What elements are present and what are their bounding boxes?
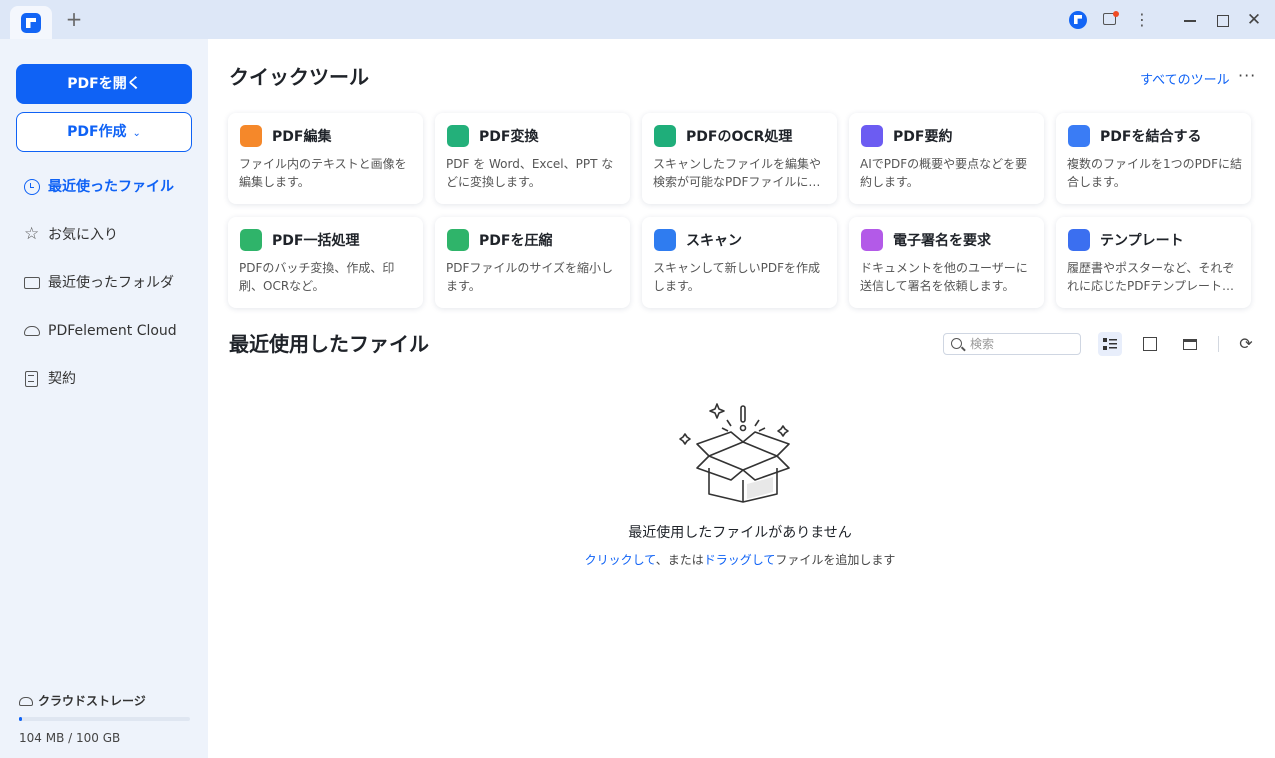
tool-card-scan[interactable]: スキャン スキャンして新しいPDFを作成します。 (642, 217, 837, 308)
tool-card-desc: PDFのバッチ変換、作成、印刷、OCRなど。 (239, 261, 395, 293)
template-icon (1068, 229, 1090, 251)
create-pdf-button[interactable]: PDF作成 ⌄ (16, 112, 192, 152)
tool-card-title: テンプレート (1100, 233, 1184, 249)
merge-icon (1068, 125, 1090, 147)
maximize-button[interactable] (1212, 10, 1232, 30)
title-bar: + ⋮ ✕ (0, 0, 1275, 39)
tool-card-compress[interactable]: PDFを圧縮 PDFファイルのサイズを縮小します。 (435, 217, 630, 308)
folder-icon (24, 277, 40, 289)
sidebar: PDFを開く PDF作成 ⌄ 最近使ったファイル ☆ お気に入り 最近使ったフォル… (0, 39, 208, 758)
tool-card-merge[interactable]: PDFを結合する 複数のファイルを1つのPDFに結合します。 (1056, 113, 1251, 204)
cloud-icon (19, 697, 33, 706)
cloud-icon (24, 326, 40, 336)
tool-card-desc: ドキュメントを他のユーザーに送信して署名を依頼します。 (860, 261, 1028, 293)
sidebar-item-label: PDFelement Cloud (48, 323, 177, 339)
tool-card-desc: 複数のファイルを1つのPDFに結合します。 (1067, 157, 1243, 189)
home-tab[interactable] (10, 6, 52, 39)
cloud-storage-text: クラウドストレージ (38, 694, 146, 708)
edit-pdf-icon (240, 125, 262, 147)
document-icon (25, 371, 38, 387)
search-box[interactable] (943, 333, 1081, 355)
empty-box-illustration (679, 403, 790, 503)
tool-card-convert-pdf[interactable]: PDF変換 PDF を Word、Excel、PPT などに変換します。 (435, 113, 630, 204)
sidebar-item-label: 契約 (48, 371, 76, 387)
tool-card-batch[interactable]: PDF一括処理 PDFのバッチ変換、作成、印刷、OCRなど。 (228, 217, 423, 308)
storage-progress-bar (19, 717, 190, 721)
tool-card-title: PDFを圧縮 (479, 233, 553, 249)
tool-card-desc: PDF を Word、Excel、PPT などに変換します。 (446, 157, 614, 189)
convert-pdf-icon (447, 125, 469, 147)
summary-icon (861, 125, 883, 147)
new-tab-button[interactable]: + (64, 8, 84, 30)
sidebar-item-favorites[interactable]: ☆ お気に入り (24, 223, 204, 247)
refresh-button[interactable]: ⟳ (1236, 334, 1256, 354)
batch-icon (240, 229, 262, 251)
sidebar-item-label: お気に入り (48, 227, 118, 243)
empty-sub-mid: 、または (655, 553, 704, 567)
tool-card-ocr[interactable]: PDFのOCR処理 スキャンしたファイルを編集や検索が可能なPDFファイルに… (642, 113, 837, 204)
tool-card-title: PDFを結合する (1100, 129, 1202, 145)
minimize-button[interactable] (1180, 10, 1200, 30)
tool-card-edit-pdf[interactable]: PDF編集 ファイル内のテキストと画像を編集します。 (228, 113, 423, 204)
drag-to-add-link[interactable]: ドラッグして (704, 553, 776, 567)
sidebar-item-contracts[interactable]: 契約 (24, 367, 204, 391)
search-icon (951, 338, 962, 349)
notification-button[interactable] (1100, 10, 1120, 30)
empty-sub-tail: ファイルを追加します (775, 553, 896, 567)
quick-tools-more-button[interactable]: ··· (1238, 66, 1256, 85)
grid-view-button[interactable] (1138, 332, 1162, 356)
sidebar-item-label: 最近使ったフォルダ (48, 275, 174, 291)
search-input[interactable] (970, 336, 1075, 352)
toolbar-divider (1218, 336, 1219, 352)
tool-card-esign[interactable]: 電子署名を要求 ドキュメントを他のユーザーに送信して署名を依頼します。 (849, 217, 1044, 308)
esign-icon (861, 229, 883, 251)
tool-card-desc: ファイル内のテキストと画像を編集します。 (239, 157, 407, 189)
list-view-button[interactable] (1098, 332, 1122, 356)
storage-progress-fill (19, 717, 23, 721)
quick-tools-title: クイックツール (229, 65, 369, 89)
more-menu-button[interactable]: ⋮ (1132, 10, 1152, 30)
empty-state-subtitle: クリックして、またはドラッグしてファイルを追加します (480, 551, 1000, 568)
all-tools-link[interactable]: すべてのツール (1140, 69, 1230, 88)
tool-card-title: PDF編集 (272, 129, 332, 145)
compress-icon (447, 229, 469, 251)
clock-icon (24, 179, 40, 195)
tool-card-desc: スキャンしたファイルを編集や検索が可能なPDFファイルに… (653, 157, 822, 189)
tool-card-title: 電子署名を要求 (893, 233, 991, 249)
account-button[interactable] (1068, 10, 1088, 30)
empty-state-title: 最近使用したファイルがありません (628, 525, 852, 541)
tool-card-desc: AIでPDFの概要や要点などを要約します。 (860, 157, 1028, 189)
tool-card-template[interactable]: テンプレート 履歴書やポスターなど、それぞれに応じたPDFテンプレート… (1056, 217, 1251, 308)
sidebar-item-label: 最近使ったファイル (48, 179, 174, 195)
ocr-icon (654, 125, 676, 147)
tool-card-summary[interactable]: PDF要約 AIでPDFの概要や要点などを要約します。 (849, 113, 1044, 204)
pdfelement-logo-icon (21, 13, 41, 33)
tool-card-title: PDFのOCR処理 (686, 129, 793, 145)
tool-card-desc: 履歴書やポスターなど、それぞれに応じたPDFテンプレート… (1067, 261, 1235, 293)
tool-card-title: PDF一括処理 (272, 233, 360, 249)
account-icon (1069, 11, 1087, 29)
open-pdf-button[interactable]: PDFを開く (16, 64, 192, 104)
cloud-storage-label[interactable]: クラウドストレージ (19, 692, 146, 709)
archive-view-button[interactable] (1178, 332, 1202, 356)
tool-card-desc: スキャンして新しいPDFを作成します。 (653, 261, 821, 293)
tool-card-title: PDF要約 (893, 129, 953, 145)
storage-usage: 104 MB / 100 GB (19, 731, 121, 745)
click-to-add-link[interactable]: クリックして (585, 553, 656, 567)
recent-files-title: 最近使用したファイル (229, 332, 429, 356)
chevron-down-icon: ⌄ (132, 128, 141, 139)
create-pdf-label: PDF作成 (67, 124, 127, 140)
sidebar-item-recent-folders[interactable]: 最近使ったフォルダ (24, 271, 204, 295)
sidebar-item-cloud[interactable]: PDFelement Cloud (24, 319, 204, 343)
tool-card-desc: PDFファイルのサイズを縮小します。 (446, 261, 614, 293)
tool-card-title: PDF変換 (479, 129, 539, 145)
notification-dot (1113, 11, 1119, 17)
star-icon: ☆ (24, 224, 40, 244)
sidebar-item-recent-files[interactable]: 最近使ったファイル (24, 175, 204, 199)
scan-icon (654, 229, 676, 251)
tool-card-title: スキャン (686, 233, 742, 249)
close-button[interactable]: ✕ (1244, 10, 1264, 30)
